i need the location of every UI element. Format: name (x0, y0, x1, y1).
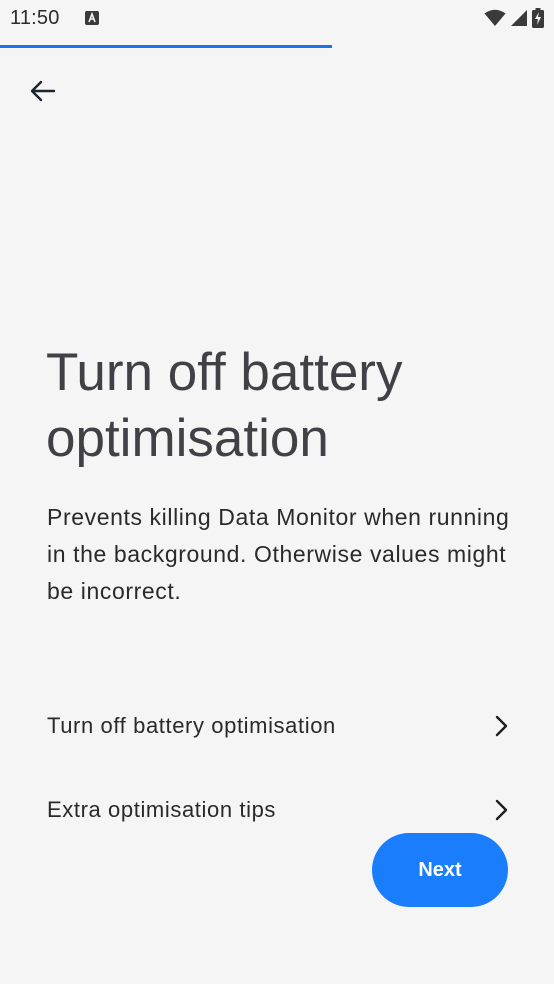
progress-bar (0, 45, 554, 48)
status-icons (484, 8, 544, 33)
status-bar: 11:50 (0, 0, 554, 38)
extra-optimisation-tips-option[interactable]: Extra optimisation tips (27, 782, 527, 838)
page-description: Prevents killing Data Monitor when runni… (47, 504, 510, 604)
turn-off-battery-optimisation-option[interactable]: Turn off battery optimisation (27, 698, 527, 754)
chevron-right-icon (489, 798, 513, 822)
option-label: Turn off battery optimisation (47, 713, 336, 738)
arrow-back-icon (30, 80, 56, 107)
status-time: 11:50 (10, 7, 60, 29)
option-label: Extra optimisation tips (47, 797, 276, 822)
a-notification-icon (85, 11, 99, 25)
signal-icon (510, 9, 528, 32)
progress-bar-fill (0, 45, 333, 48)
next-button[interactable]: Next (372, 833, 508, 907)
wifi-icon (484, 9, 506, 32)
battery-charging-icon (532, 8, 544, 33)
page-title: Turn off battery optimisation (46, 343, 403, 468)
back-button[interactable] (20, 70, 66, 116)
chevron-right-icon (489, 714, 513, 738)
